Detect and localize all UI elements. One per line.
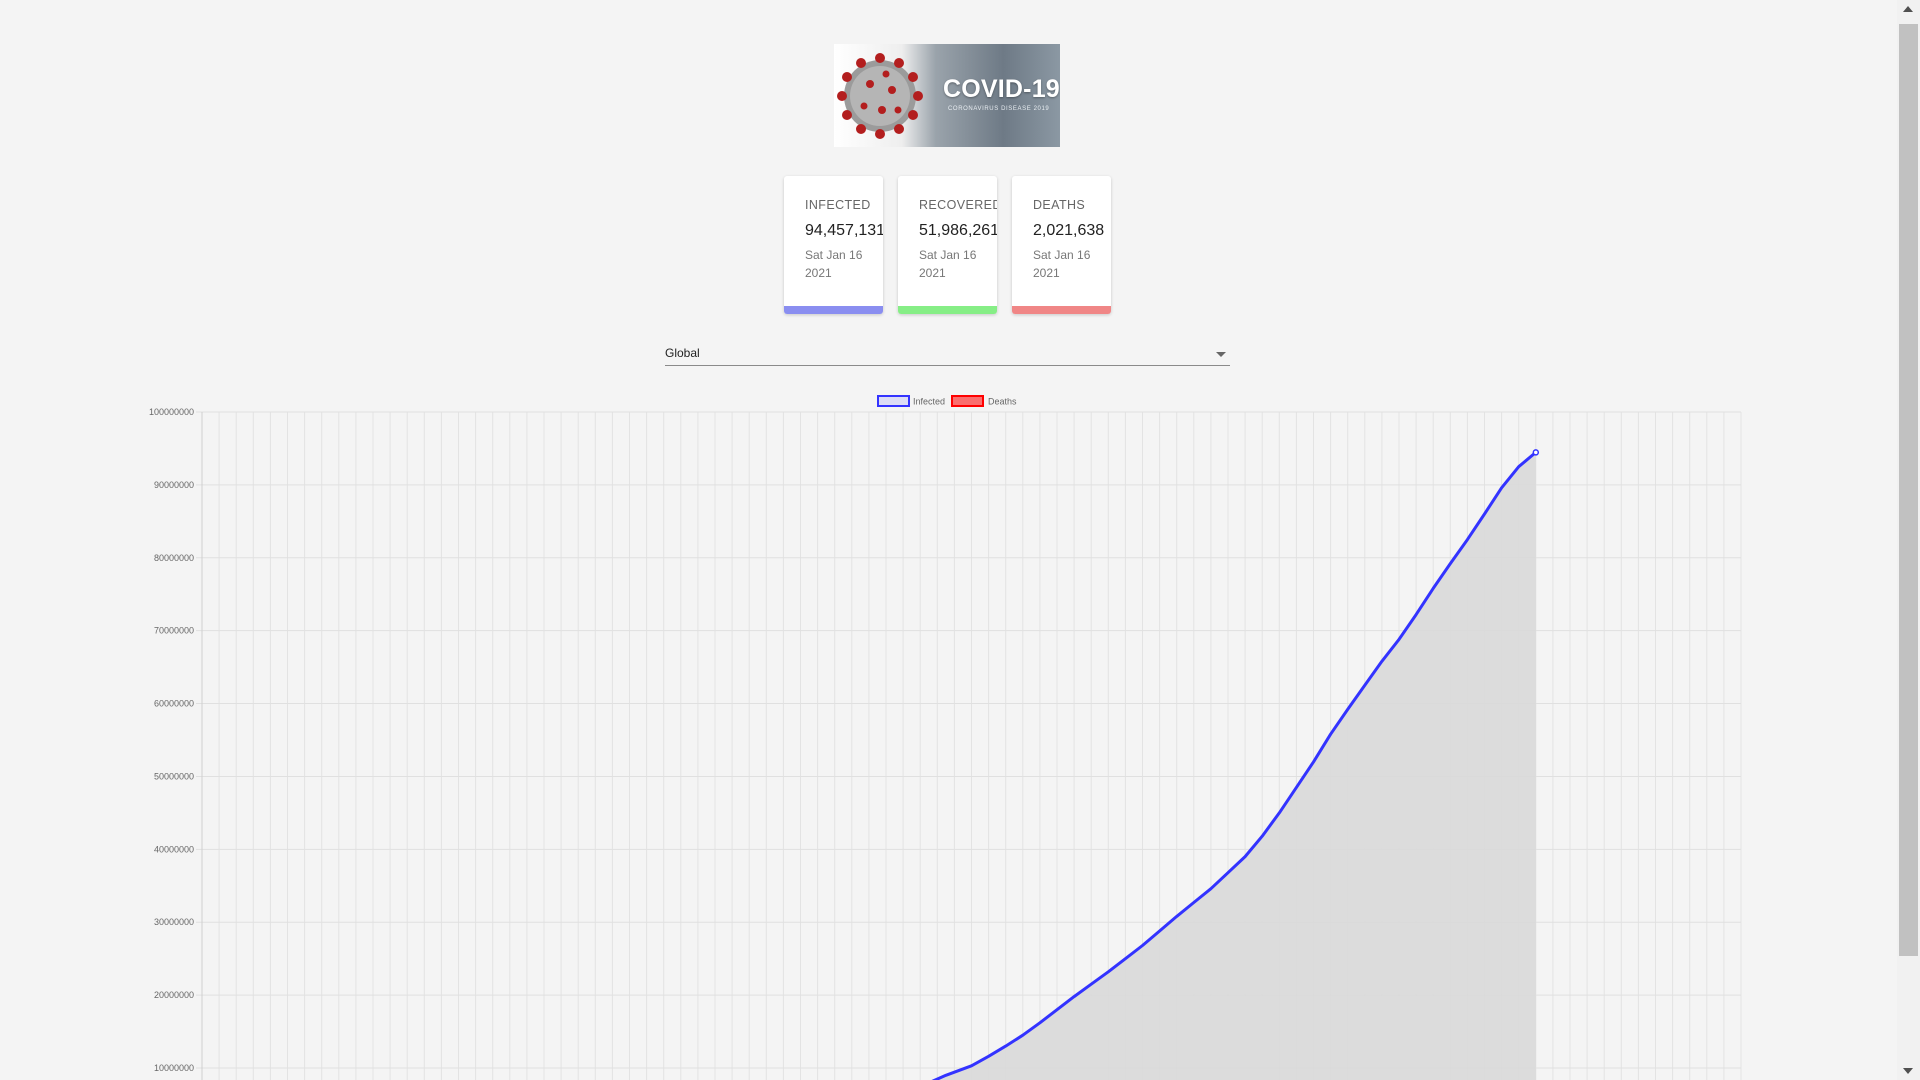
vertical-scrollbar[interactable] — [1897, 0, 1920, 1080]
y-tick-label: 70000000 — [154, 626, 194, 636]
cases-line-chart: 100000000 90000000 80000000 70000000 6000000… — [149, 395, 1742, 1080]
y-tick-label: 90000000 — [154, 480, 194, 490]
scroll-down-arrow-icon[interactable] — [1903, 1068, 1913, 1074]
y-tick-label: 10000000 — [154, 1063, 194, 1073]
legend-infected-swatch — [877, 395, 910, 407]
scroll-up-arrow-icon[interactable] — [1903, 6, 1913, 12]
y-tick-label: 60000000 — [154, 699, 194, 709]
scrollbar-thumb[interactable] — [1899, 24, 1918, 956]
y-tick-label: 50000000 — [154, 771, 194, 781]
infected-last-point — [1532, 449, 1540, 456]
y-tick-label: 80000000 — [154, 553, 194, 563]
y-tick-label: 30000000 — [154, 917, 194, 927]
page: COVID-19 CORONAVIRUS DISEASE 2019 INFECT… — [0, 0, 1897, 1080]
y-tick-label: 40000000 — [154, 844, 194, 854]
legend-infected-label: Infected — [913, 397, 945, 407]
y-tick-label: 20000000 — [154, 990, 194, 1000]
legend-deaths-swatch — [951, 395, 984, 407]
y-tick-label: 100000000 — [149, 407, 194, 417]
legend-deaths-label: Deaths — [988, 397, 1017, 407]
infected-area — [935, 452, 1536, 1080]
